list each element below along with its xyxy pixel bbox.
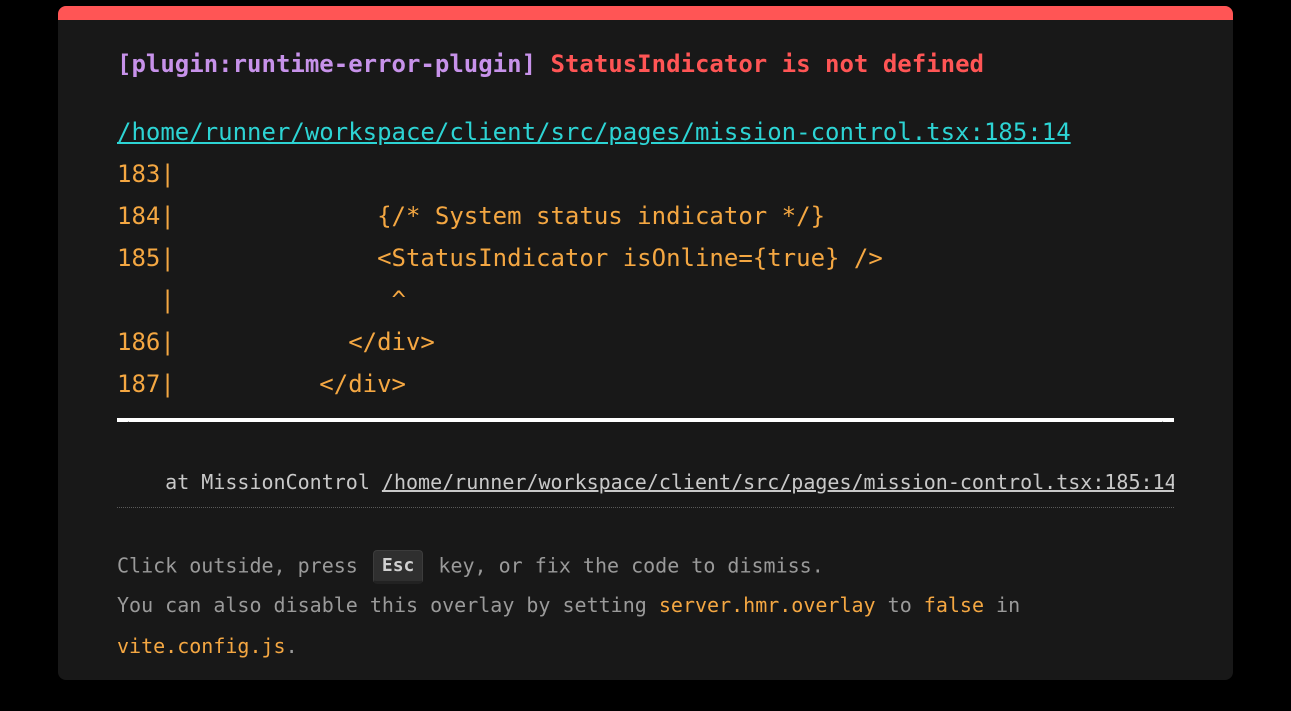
- scroll-left-icon[interactable]: [121, 421, 129, 422]
- code-line: 185| <StatusIndicator isOnline={true} />: [117, 244, 883, 272]
- tip-text: to: [875, 593, 924, 617]
- tip-text: .: [285, 634, 298, 658]
- stack-prefix: at MissionControl: [117, 470, 382, 494]
- error-message: [plugin:runtime-error-plugin] StatusIndi…: [117, 49, 984, 79]
- config-file-tip: vite.config.js.: [117, 632, 298, 660]
- tip-text: Click outside, press: [117, 553, 370, 578]
- code-line: | ^: [117, 286, 406, 314]
- tip-text: in: [984, 593, 1021, 617]
- code-line: 184| {/* System status indicator */}: [117, 202, 826, 230]
- code-line: 183|: [117, 160, 175, 188]
- divider: [117, 507, 1174, 508]
- config-value: false: [923, 593, 984, 617]
- dismiss-tip: Click outside, press Esc key, or fix the…: [117, 550, 824, 584]
- esc-key: Esc: [372, 550, 424, 584]
- code-line: 186| </div>: [117, 328, 435, 356]
- config-key: server.hmr.overlay: [658, 593, 876, 617]
- code-line: 187| </div>: [117, 370, 406, 398]
- tip-text: key, or fix the code to dismiss.: [426, 553, 824, 578]
- code-frame[interactable]: 183| 184| {/* System status indicator */…: [117, 160, 1174, 422]
- stack-trace: at MissionControl /home/runner/workspace…: [117, 468, 1174, 496]
- stack-file-link[interactable]: /home/runner/workspace/client/src/pages/…: [382, 470, 1174, 494]
- error-text: StatusIndicator is not defined: [550, 50, 984, 78]
- horizontal-scrollbar[interactable]: [117, 418, 1174, 422]
- plugin-name: [plugin:runtime-error-plugin]: [117, 50, 537, 78]
- scroll-right-icon[interactable]: [1162, 421, 1170, 422]
- config-file: vite.config.js: [117, 634, 286, 658]
- tip-text: You can also disable this overlay by set…: [117, 593, 659, 617]
- error-file-link[interactable]: /home/runner/workspace/client/src/pages/…: [117, 118, 1071, 146]
- disable-tip: You can also disable this overlay by set…: [117, 591, 1020, 619]
- error-overlay: [plugin:runtime-error-plugin] StatusIndi…: [58, 6, 1233, 680]
